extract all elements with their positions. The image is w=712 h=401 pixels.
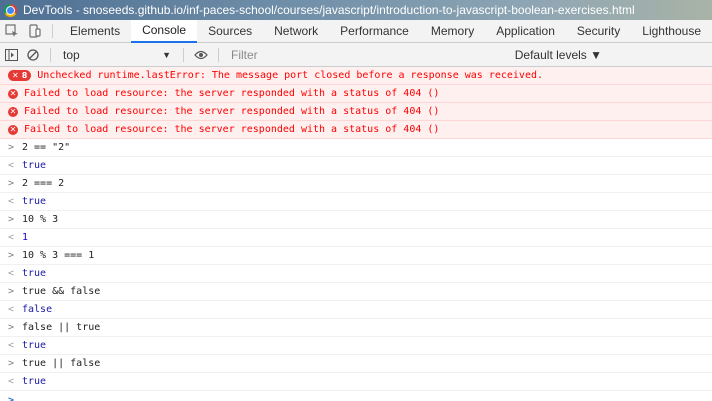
error-message: ✕ Failed to load resource: the server res… <box>0 121 712 139</box>
inspect-element-icon[interactable] <box>0 20 23 43</box>
console-output-row: < true <box>0 193 712 211</box>
console-result: true <box>22 340 47 351</box>
show-sidebar-icon[interactable] <box>0 43 22 67</box>
error-text[interactable]: Failed to load resource: the server resp… <box>24 88 439 99</box>
input-prompt-icon: > <box>8 322 15 333</box>
tab-lighthouse[interactable]: Lighthouse <box>631 20 712 43</box>
console-result: true <box>22 268 47 279</box>
tab-sources[interactable]: Sources <box>197 20 263 43</box>
result-arrow-icon: < <box>8 268 15 279</box>
chrome-logo-icon <box>4 3 17 17</box>
error-text[interactable]: Failed to load resource: the server resp… <box>24 124 439 135</box>
error-message: ✕ Failed to load resource: the server res… <box>0 103 712 121</box>
console-command[interactable]: 2 == "2" <box>22 142 70 153</box>
tab-application[interactable]: Application <box>485 20 566 43</box>
console-output-row: <1 <box>0 229 712 247</box>
devtools-tab-bar: Elements Console Sources Network Performance… <box>0 19 712 43</box>
input-prompt-icon: > <box>8 214 15 225</box>
error-text[interactable]: Unchecked runtime.lastError: The message… <box>37 70 543 81</box>
result-arrow-icon: < <box>8 196 15 207</box>
console-input-row: >10 % 3 === 1 <box>0 247 712 265</box>
console-input-row: >2 == "2" <box>0 139 712 157</box>
tab-performance[interactable]: Performance <box>329 20 420 43</box>
console-output-row: < false <box>0 301 712 319</box>
error-icon: ✕ <box>8 88 18 99</box>
tab-memory[interactable]: Memory <box>420 20 485 43</box>
window-title: DevTools - snoseeds.github.io/inf-paces-… <box>23 3 635 17</box>
console-command[interactable]: true && false <box>22 286 100 297</box>
console-command[interactable]: 10 % 3 <box>22 214 58 225</box>
toolbar-divider <box>183 47 184 62</box>
console-input-row: > false || true <box>0 319 712 337</box>
console-result: true <box>22 196 47 207</box>
execution-context-select[interactable]: top ▼ <box>57 43 177 67</box>
result-arrow-icon: < <box>8 232 15 243</box>
input-prompt-icon: > <box>8 358 15 369</box>
result-arrow-icon: < <box>8 376 15 387</box>
tab-elements[interactable]: Elements <box>59 20 131 43</box>
result-arrow-icon: < <box>8 304 15 315</box>
console-result: true <box>22 376 47 387</box>
context-value: top <box>63 47 80 62</box>
dropdown-arrow-icon: ▼ <box>162 49 171 60</box>
result-arrow-icon: < <box>8 160 15 171</box>
input-prompt-icon: > <box>8 250 15 261</box>
error-text[interactable]: Failed to load resource: the server resp… <box>24 106 439 117</box>
console-output-row: < true <box>0 157 712 175</box>
console-result: 1 <box>22 232 29 243</box>
console-result: false <box>22 304 53 315</box>
input-prompt-icon: > <box>8 178 15 189</box>
error-icon: ✕ <box>8 106 18 117</box>
prompt-caret-icon: > <box>8 394 15 401</box>
toolbar-divider <box>218 47 219 62</box>
console-result: true <box>22 160 47 171</box>
tab-security[interactable]: Security <box>566 20 631 43</box>
device-toolbar-icon[interactable] <box>23 20 46 43</box>
toolbar-divider <box>50 47 51 62</box>
console-command[interactable]: 2 === 2 <box>22 178 64 189</box>
console-input-row: >10 % 3 <box>0 211 712 229</box>
live-expression-eye-icon[interactable] <box>190 43 212 67</box>
error-message: ✕ 8 Unchecked runtime.lastError: The messa… <box>0 67 712 85</box>
error-message: ✕ Failed to load resource: the server res… <box>0 85 712 103</box>
error-icon: ✕ <box>8 124 18 135</box>
input-prompt-icon: > <box>8 142 15 153</box>
console-input-row: > true || false <box>0 355 712 373</box>
console-output-row: < true <box>0 337 712 355</box>
console-command[interactable]: true || false <box>22 358 100 369</box>
console-input-row: > true && false <box>0 283 712 301</box>
result-arrow-icon: < <box>8 340 15 351</box>
console-command[interactable]: false || true <box>22 322 100 333</box>
clear-console-icon[interactable] <box>22 43 44 67</box>
console-prompt[interactable]: > <box>0 391 712 401</box>
filter-input[interactable] <box>229 45 509 64</box>
input-prompt-icon: > <box>8 286 15 297</box>
console-output-row: < true <box>0 373 712 391</box>
console-input-row: >2 === 2 <box>0 175 712 193</box>
log-levels-dropdown[interactable]: Default levels ▼ <box>515 48 712 62</box>
console-toolbar: top ▼ Default levels ▼ <box>0 43 712 67</box>
console-command[interactable]: 10 % 3 === 1 <box>22 250 94 261</box>
tab-console[interactable]: Console <box>131 19 198 43</box>
console-messages: ✕ 8 Unchecked runtime.lastError: The messa… <box>0 67 712 401</box>
window-title-bar: DevTools - snoseeds.github.io/inf-paces-… <box>0 0 712 20</box>
error-count-badge: ✕ 8 <box>8 70 32 81</box>
toolbar-divider <box>52 24 54 38</box>
tab-network[interactable]: Network <box>263 20 329 43</box>
console-output-row: < true <box>0 265 712 283</box>
